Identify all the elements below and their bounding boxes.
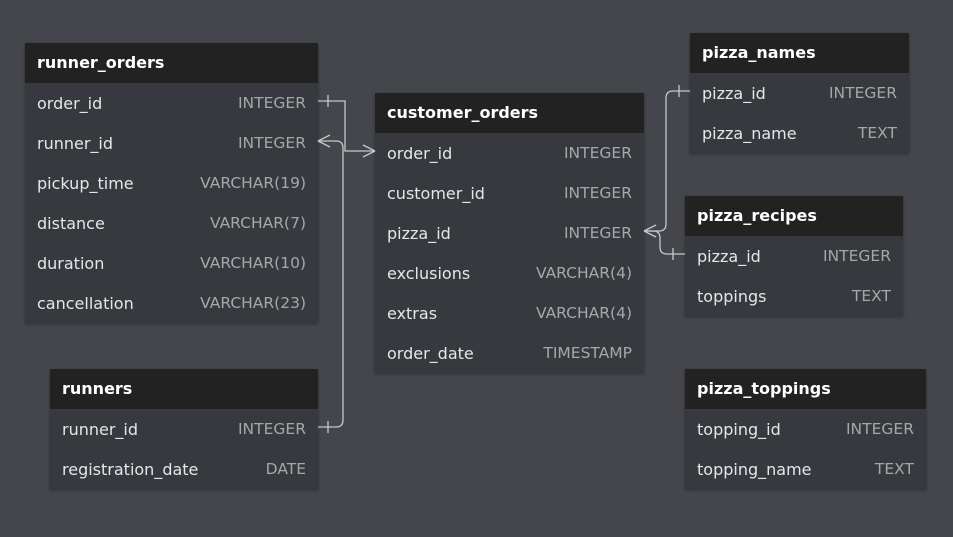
field-type: TEXT (857, 124, 897, 142)
field-row[interactable]: order_date TIMESTAMP (375, 333, 644, 373)
table-customer-orders[interactable]: customer_orders order_id INTEGER customer… (375, 93, 644, 373)
field-type: TEXT (874, 460, 914, 478)
field-row[interactable]: exclusions VARCHAR(4) (375, 253, 644, 293)
field-type: VARCHAR(4) (535, 264, 632, 282)
field-type: INTEGER (563, 224, 632, 242)
field-name: order_id (37, 93, 103, 113)
field-name: distance (37, 213, 105, 233)
field-name: pizza_id (387, 223, 451, 243)
field-name: pizza_id (702, 83, 766, 103)
field-name: exclusions (387, 263, 471, 283)
field-type: VARCHAR(7) (209, 214, 306, 232)
field-row[interactable]: runner_id INTEGER (25, 123, 318, 163)
field-type: INTEGER (845, 420, 914, 438)
field-type: VARCHAR(23) (200, 294, 306, 312)
field-name: pizza_name (702, 123, 797, 143)
field-type: DATE (265, 460, 306, 478)
field-type: TIMESTAMP (543, 344, 632, 362)
field-name: customer_id (387, 183, 485, 203)
field-type: VARCHAR(10) (200, 254, 306, 272)
table-header[interactable]: customer_orders (375, 93, 644, 133)
field-row[interactable]: pizza_id INTEGER (375, 213, 644, 253)
field-name: topping_name (697, 459, 812, 479)
table-runners[interactable]: runners runner_id INTEGER registration_da… (50, 369, 318, 489)
field-row[interactable]: pizza_id INTEGER (690, 73, 909, 113)
table-header[interactable]: runner_orders (25, 43, 318, 83)
field-type: INTEGER (237, 94, 306, 112)
field-type: INTEGER (828, 84, 897, 102)
field-type: INTEGER (822, 247, 891, 265)
field-row[interactable]: registration_date DATE (50, 449, 318, 489)
relation-pizza-names-pizza-id[interactable] (643, 85, 690, 238)
field-row[interactable]: pickup_time VARCHAR(19) (25, 163, 318, 203)
field-name: order_id (387, 143, 453, 163)
field-row[interactable]: pizza_id INTEGER (685, 236, 903, 276)
table-pizza-names[interactable]: pizza_names pizza_id INTEGER pizza_name TE… (690, 33, 909, 153)
table-header[interactable]: runners (50, 369, 318, 409)
table-pizza-toppings[interactable]: pizza_toppings topping_id INTEGER topping… (685, 369, 926, 489)
field-type: INTEGER (237, 420, 306, 438)
table-header[interactable]: pizza_names (690, 33, 909, 73)
field-row[interactable]: order_id INTEGER (25, 83, 318, 123)
field-row[interactable]: cancellation VARCHAR(23) (25, 283, 318, 323)
relation-pizza-recipes-pizza-id[interactable] (644, 230, 685, 260)
field-name: registration_date (62, 459, 199, 479)
field-name: topping_id (697, 419, 781, 439)
field-name: pizza_id (697, 246, 761, 266)
field-type: VARCHAR(4) (535, 304, 632, 322)
field-row[interactable]: duration VARCHAR(10) (25, 243, 318, 283)
field-name: order_date (387, 343, 474, 363)
field-name: runner_id (37, 133, 114, 153)
field-row[interactable]: topping_name TEXT (685, 449, 926, 489)
field-row[interactable]: topping_id INTEGER (685, 409, 926, 449)
field-row[interactable]: runner_id INTEGER (50, 409, 318, 449)
field-type: VARCHAR(19) (200, 174, 306, 192)
table-pizza-recipes[interactable]: pizza_recipes pizza_id INTEGER toppings TE… (685, 196, 903, 316)
field-name: extras (387, 303, 438, 323)
field-name: cancellation (37, 293, 134, 313)
field-name: toppings (697, 286, 767, 306)
field-row[interactable]: extras VARCHAR(4) (375, 293, 644, 333)
field-row[interactable]: order_id INTEGER (375, 133, 644, 173)
field-row[interactable]: customer_id INTEGER (375, 173, 644, 213)
table-header[interactable]: pizza_toppings (685, 369, 926, 409)
field-name: pickup_time (37, 173, 134, 193)
field-type: TEXT (851, 287, 891, 305)
field-type: INTEGER (237, 134, 306, 152)
field-type: INTEGER (563, 144, 632, 162)
field-type: INTEGER (563, 184, 632, 202)
relation-runner-orders-order-id[interactable] (318, 95, 376, 158)
table-header[interactable]: pizza_recipes (685, 196, 903, 236)
field-name: runner_id (62, 419, 139, 439)
table-runner-orders[interactable]: runner_orders order_id INTEGER runner_id I… (25, 43, 318, 323)
field-row[interactable]: distance VARCHAR(7) (25, 203, 318, 243)
relation-runners-runner-id[interactable] (317, 134, 344, 433)
field-name: duration (37, 253, 105, 273)
field-row[interactable]: toppings TEXT (685, 276, 903, 316)
field-row[interactable]: pizza_name TEXT (690, 113, 909, 153)
